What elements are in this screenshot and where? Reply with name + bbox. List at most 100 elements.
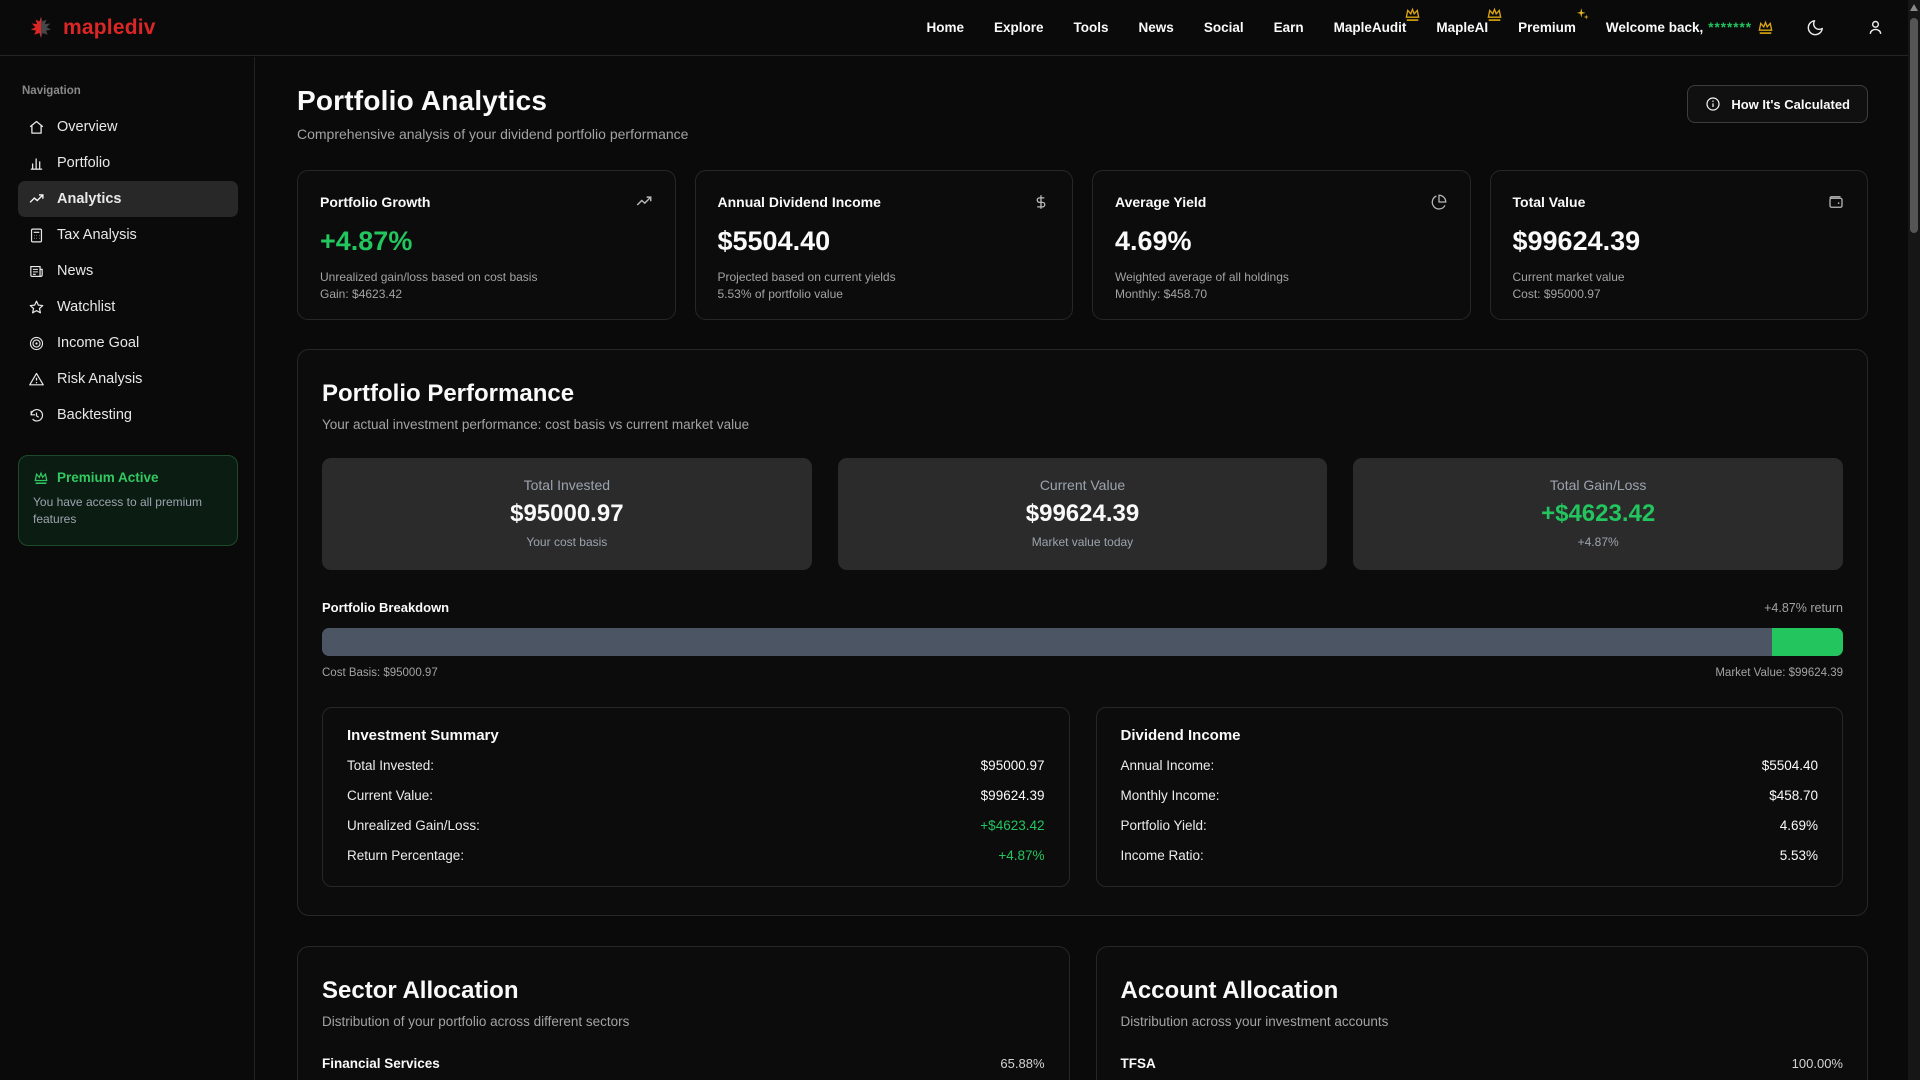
nav-item-news[interactable]: News — [1139, 20, 1174, 35]
history-icon — [28, 407, 45, 424]
row-label: Return Percentage: — [347, 848, 464, 863]
welcome-prefix: Welcome back, — [1606, 20, 1703, 35]
pie-chart-icon — [1430, 193, 1448, 211]
metric-label: Total Invested — [332, 477, 802, 493]
calculator-icon — [28, 227, 45, 244]
nav-item-social[interactable]: Social — [1204, 20, 1244, 35]
dollar-icon — [1032, 193, 1050, 211]
scrollbar-thumb[interactable] — [1910, 18, 1918, 233]
profile-button[interactable] — [1858, 11, 1892, 45]
dividend-income-panel: Dividend Income Annual Income: $5504.40 … — [1096, 707, 1844, 887]
nav-links: Home Explore Tools News Social Earn Mapl… — [927, 20, 1895, 35]
premium-active-card: Premium Active You have access to all pr… — [18, 455, 238, 546]
stat-card-average-yield: Average Yield 4.69% Weighted average of … — [1092, 170, 1471, 320]
sidebar-item-tax-analysis[interactable]: Tax Analysis — [18, 217, 238, 253]
page-scrollbar[interactable] — [1908, 0, 1920, 1080]
row-value: $95000.97 — [981, 758, 1045, 773]
maple-leaf-icon — [28, 15, 54, 41]
crown-icon — [33, 471, 49, 485]
metric-sub: +4.87% — [1363, 535, 1833, 549]
sidebar-item-income-goal-label: Income Goal — [57, 335, 139, 351]
row-label: Monthly Income: — [1121, 788, 1220, 803]
table-row: Income Ratio: 5.53% — [1121, 840, 1819, 870]
row-value: +$4623.42 — [980, 818, 1044, 833]
page-title: Portfolio Analytics — [297, 85, 688, 117]
nav-item-mapleai-label: MapleAI — [1436, 20, 1488, 35]
sidebar: Navigation Overview Portfolio Analytics … — [0, 57, 255, 1080]
nav-item-mapleaudit-label: MapleAudit — [1334, 20, 1407, 35]
metric-sub: Market value today — [848, 535, 1318, 549]
row-label: Total Invested: — [347, 758, 434, 773]
portfolio-breakdown-bar — [322, 628, 1843, 656]
warning-triangle-icon — [28, 371, 45, 388]
account-allocation-card: Account Allocation Distribution across y… — [1096, 946, 1869, 1080]
sidebar-item-watchlist-label: Watchlist — [57, 299, 115, 315]
nav-item-explore[interactable]: Explore — [994, 20, 1044, 35]
metric-total-gain-loss: Total Gain/Loss +$4623.42 +4.87% — [1353, 458, 1843, 570]
stat-card-value: $5504.40 — [718, 226, 1051, 257]
account-percentage: 100.00% — [1792, 1056, 1843, 1071]
crown-icon — [1404, 7, 1421, 22]
metric-value: $99624.39 — [848, 500, 1318, 528]
nav-item-earn[interactable]: Earn — [1274, 20, 1304, 35]
portfolio-performance-card: Portfolio Performance Your actual invest… — [297, 349, 1868, 916]
crown-icon — [1757, 20, 1774, 35]
nav-item-mapleai[interactable]: MapleAI — [1436, 20, 1488, 35]
table-row: Return Percentage: +4.87% — [347, 840, 1045, 870]
performance-metrics: Total Invested $95000.97 Your cost basis… — [322, 458, 1843, 570]
row-label: Portfolio Yield: — [1121, 818, 1207, 833]
sidebar-item-backtesting[interactable]: Backtesting — [18, 397, 238, 433]
sidebar-item-portfolio[interactable]: Portfolio — [18, 145, 238, 181]
scrollbar-up-arrow[interactable] — [1910, 4, 1918, 11]
how-its-calculated-button[interactable]: How It's Calculated — [1687, 85, 1868, 123]
crown-icon — [1486, 7, 1503, 22]
nav-item-home[interactable]: Home — [927, 20, 965, 35]
account-allocation-subtitle: Distribution across your investment acco… — [1121, 1014, 1844, 1029]
metric-value: $95000.97 — [332, 500, 802, 528]
stat-card-annual-dividend-income: Annual Dividend Income $5504.40 Projecte… — [695, 170, 1074, 320]
stat-card-secondary: Monthly: $458.70 — [1115, 287, 1448, 301]
sidebar-item-news-label: News — [57, 263, 93, 279]
metric-current-value: Current Value $99624.39 Market value tod… — [838, 458, 1328, 570]
metric-sub: Your cost basis — [332, 535, 802, 549]
sector-allocation-subtitle: Distribution of your portfolio across di… — [322, 1014, 1045, 1029]
premium-active-title: Premium Active — [57, 470, 159, 485]
sidebar-item-risk-analysis-label: Risk Analysis — [57, 371, 142, 387]
sidebar-item-portfolio-label: Portfolio — [57, 155, 110, 171]
nav-item-tools[interactable]: Tools — [1074, 20, 1109, 35]
sidebar-item-analytics[interactable]: Analytics — [18, 181, 238, 217]
sidebar-item-overview[interactable]: Overview — [18, 109, 238, 145]
top-navigation-bar: maplediv Home Explore Tools News Social … — [0, 0, 1920, 56]
info-icon — [1705, 96, 1721, 112]
stat-card-value: 4.69% — [1115, 226, 1448, 257]
sidebar-item-news[interactable]: News — [18, 253, 238, 289]
stat-cards-row: Portfolio Growth +4.87% Unrealized gain/… — [297, 170, 1868, 320]
nav-item-premium-label: Premium — [1518, 20, 1576, 35]
premium-active-description: You have access to all premium features — [33, 494, 223, 529]
row-label: Unrealized Gain/Loss: — [347, 818, 480, 833]
nav-item-premium[interactable]: Premium — [1518, 20, 1576, 35]
sidebar-item-watchlist[interactable]: Watchlist — [18, 289, 238, 325]
target-icon — [28, 335, 45, 352]
user-icon — [1866, 18, 1885, 37]
metric-value: +$4623.42 — [1363, 500, 1833, 528]
performance-title: Portfolio Performance — [322, 380, 1843, 408]
portfolio-breakdown-return: +4.87% return — [1764, 601, 1843, 615]
sidebar-item-income-goal[interactable]: Income Goal — [18, 325, 238, 361]
table-row: Current Value: $99624.39 — [347, 780, 1045, 810]
stat-card-description: Unrealized gain/loss based on cost basis — [320, 270, 653, 284]
theme-toggle-button[interactable] — [1798, 11, 1832, 45]
stat-card-value: +4.87% — [320, 226, 653, 257]
sidebar-item-risk-analysis[interactable]: Risk Analysis — [18, 361, 238, 397]
row-label: Current Value: — [347, 788, 433, 803]
stat-card-secondary: 5.53% of portfolio value — [718, 287, 1051, 301]
nav-item-mapleaudit[interactable]: MapleAudit — [1334, 20, 1407, 35]
portfolio-breakdown-gain-segment — [1772, 628, 1843, 656]
cost-basis-caption: Cost Basis: $95000.97 — [322, 667, 438, 679]
stat-card-description: Current market value — [1513, 270, 1846, 284]
brand-logo[interactable]: maplediv — [28, 15, 156, 41]
metric-total-invested: Total Invested $95000.97 Your cost basis — [322, 458, 812, 570]
dividend-income-title: Dividend Income — [1121, 727, 1819, 744]
stat-card-title: Annual Dividend Income — [718, 194, 881, 210]
sector-allocation-title: Sector Allocation — [322, 977, 1045, 1005]
